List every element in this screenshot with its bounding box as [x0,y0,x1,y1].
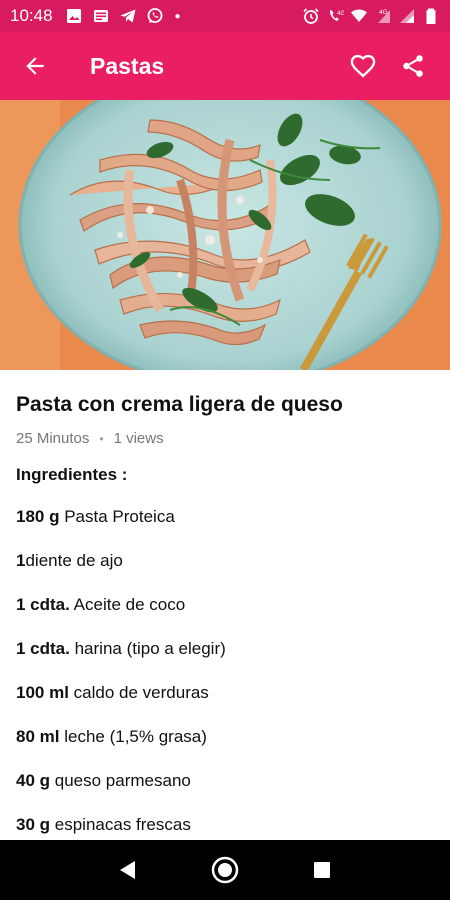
ingredient-item: 80 ml leche (1,5% grasa) [16,727,434,771]
system-nav-bar [0,840,450,900]
signal-icon [398,7,416,25]
status-bar: 10:48 ● 4G 4G [0,0,450,32]
ingredients-list: 180 g Pasta Proteica 1diente de ajo 1 cd… [16,507,434,859]
more-notifications-dot: ● [174,10,181,22]
ingredient-item: 1diente de ajo [16,551,434,595]
meta-separator: • [99,431,104,446]
ingredient-qty: 1 cdta. [16,639,70,658]
ingredient-name: leche (1,5% grasa) [64,727,207,746]
recipe-image [0,100,450,370]
ingredient-item: 100 ml caldo de verduras [16,683,434,727]
news-icon [92,7,110,25]
ingredient-name: diente de ajo [25,551,123,570]
back-triangle-icon [120,861,136,879]
ingredient-item: 180 g Pasta Proteica [16,507,434,551]
ingredient-name: harina (tipo a elegir) [74,639,226,658]
nav-home-button[interactable] [205,850,245,890]
ingredient-name: espinacas frescas [54,815,191,834]
recipe-content: Pasta con crema ligera de queso 25 Minut… [0,370,450,859]
arrow-back-icon [26,57,44,75]
ingredient-qty: 180 g [16,507,60,526]
volte-icon: 4G [326,7,344,25]
ingredients-header: Ingredientes : [16,465,128,484]
ingredient-item: 40 g queso parmesano [16,771,434,815]
nav-back-button[interactable] [108,850,148,890]
ingredient-item: 1 cdta. harina (tipo a elegir) [16,639,434,683]
battery-icon [422,7,440,25]
signal-4g-icon: 4G [374,7,392,25]
ingredient-name: caldo de verduras [73,683,209,702]
back-button[interactable] [6,32,64,100]
wifi-icon [350,7,368,25]
ingredient-qty: 80 ml [16,727,60,746]
nav-recents-button[interactable] [302,850,342,890]
share-button[interactable] [388,32,438,100]
favorite-button[interactable] [338,32,388,100]
image-icon [65,7,83,25]
ingredient-qty: 1 cdta. [16,595,70,614]
ingredient-qty: 30 g [16,815,51,834]
whatsapp-icon [146,7,164,25]
ingredient-item: 1 cdta. Aceite de coco [16,595,434,639]
app-bar: Pastas [0,32,450,100]
heart-outline-icon [350,54,376,78]
ingredient-name: queso parmesano [54,771,191,790]
recipe-title: Pasta con crema ligera de queso [16,393,343,416]
ingredient-name: Pasta Proteica [64,507,175,526]
recipe-duration: 25 Minutos [16,430,90,447]
svg-text:4G: 4G [337,11,344,17]
telegram-icon [119,7,137,25]
recipe-views: 1 views [113,430,164,447]
recents-square-icon [313,862,330,878]
alarm-icon [302,7,320,25]
ingredient-name: Aceite de coco [73,595,186,614]
status-time: 10:48 [10,6,53,25]
share-icon [403,55,423,77]
recipe-meta: 25 Minutos • 1 views [16,430,434,447]
page-title: Pastas [90,52,165,79]
ingredient-qty: 100 ml [16,683,69,702]
ingredient-qty: 40 g [16,771,51,790]
home-circle-icon [211,856,239,884]
